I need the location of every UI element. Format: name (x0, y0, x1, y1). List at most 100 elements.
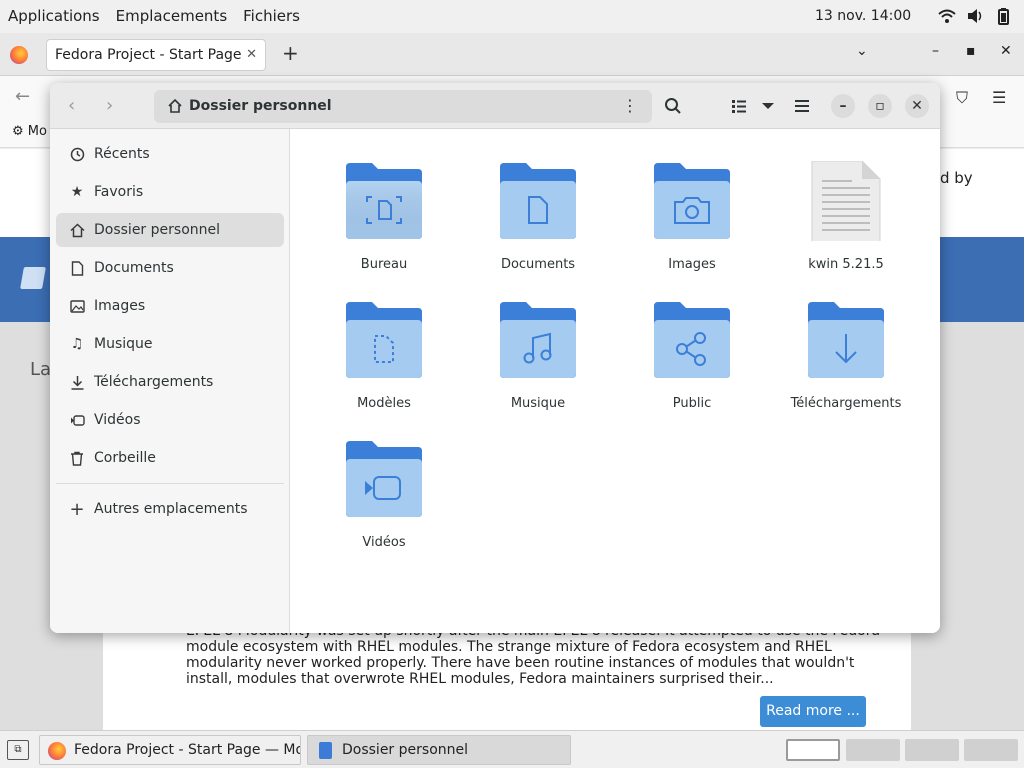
sidebar-item-trash[interactable]: Corbeille (56, 441, 284, 475)
home-icon (69, 222, 85, 238)
more-options-icon[interactable]: ⋮ (622, 97, 638, 115)
taskbar: ⧉ Fedora Project - Start Page — Mozi... … (0, 730, 1024, 768)
page-by-text: d by (940, 169, 973, 187)
sidebar-item-label: Documents (94, 260, 174, 276)
sidebar-item-label: Autres emplacements (94, 501, 248, 517)
sidebar-item-label: Musique (94, 336, 153, 352)
file-item-downloads[interactable]: Téléchargements (769, 268, 919, 411)
hamburger-menu-icon (795, 100, 809, 112)
workspace-1[interactable] (786, 739, 840, 761)
sidebar-item-starred[interactable]: ★ Favoris (56, 175, 284, 209)
book-icon (20, 267, 46, 289)
file-item-templates[interactable]: Modèles (307, 268, 457, 411)
file-item-public[interactable]: Public (615, 268, 765, 411)
music-icon: ♫ (70, 336, 84, 352)
minimize-icon[interactable]: – (932, 43, 939, 59)
task-label: Dossier personnel (342, 742, 469, 758)
browser-tab[interactable]: Fedora Project - Start Page ✕ (46, 39, 266, 71)
file-item-kwin[interactable]: kwin 5.21.5 (769, 129, 919, 272)
close-icon[interactable]: ✕ (1000, 43, 1012, 59)
desktop-folder-icon (346, 163, 422, 239)
new-tab-button[interactable]: + (282, 41, 299, 65)
sidebar-item-documents[interactable]: Documents (56, 251, 284, 285)
list-view-button[interactable] (731, 93, 747, 119)
browser-tab-title: Fedora Project - Start Page (55, 47, 242, 63)
file-item-desktop[interactable]: Bureau (307, 129, 457, 272)
downloads-folder-icon (808, 302, 884, 378)
chevron-down-icon[interactable]: ⌄ (856, 43, 868, 59)
view-options-button[interactable] (761, 93, 775, 119)
hamburger-menu-icon[interactable]: ☰ (992, 88, 1006, 107)
main-menu-button[interactable] (794, 93, 810, 119)
star-icon: ★ (70, 184, 84, 200)
places-menu[interactable]: Emplacements (108, 0, 236, 33)
workspace-4[interactable] (964, 739, 1018, 761)
show-desktop-button[interactable]: ⧉ (7, 740, 29, 760)
top-panel: Applications Emplacements Fichiers 13 no… (0, 0, 1024, 33)
document-icon (69, 260, 85, 276)
file-item-label: Vidéos (362, 535, 406, 550)
file-grid: Bureau Documents Images kwin 5.21.5 Modè… (291, 129, 940, 633)
search-icon (665, 98, 681, 114)
text-file-icon (811, 161, 881, 241)
search-button[interactable] (664, 93, 682, 119)
sidebar-item-label: Favoris (94, 184, 144, 200)
file-item-videos[interactable]: Vidéos (307, 407, 457, 550)
clock[interactable]: 13 nov. 14:00 (815, 0, 911, 33)
task-firefox[interactable]: Fedora Project - Start Page — Mozi... (39, 735, 301, 765)
sidebar-item-downloads[interactable]: Téléchargements (56, 365, 284, 399)
files-menu[interactable]: Fichiers (235, 0, 308, 33)
templates-folder-icon (346, 302, 422, 378)
music-folder-icon (500, 302, 576, 378)
video-icon (69, 412, 85, 428)
browser-tabbar: Fedora Project - Start Page ✕ + ⌄ – ▪ ✕ (0, 33, 1024, 76)
trash-icon (69, 450, 85, 466)
file-item-pictures[interactable]: Images (615, 129, 765, 272)
image-icon (69, 298, 85, 314)
battery-icon[interactable] (994, 7, 1012, 25)
sidebar-item-label: Récents (94, 146, 150, 162)
workspace-3[interactable] (905, 739, 959, 761)
maximize-icon[interactable]: ▪ (966, 43, 976, 59)
sidebar-item-home[interactable]: Dossier personnel (56, 213, 284, 247)
file-item-documents[interactable]: Documents (461, 129, 611, 272)
sidebar-item-label: Corbeille (94, 450, 156, 466)
headerbar: ‹ › Dossier personnel ⋮ – ▫ ✕ (50, 83, 940, 129)
back-arrow-icon[interactable]: ← (15, 86, 30, 107)
page-heading: La (30, 359, 52, 380)
volume-icon[interactable] (966, 7, 984, 25)
sidebar-item-label: Vidéos (94, 412, 141, 428)
sidebar: Récents ★ Favoris Dossier personnel Docu… (50, 129, 290, 633)
read-more-button[interactable]: Read more ... (760, 696, 866, 727)
path-label: Dossier personnel (189, 98, 332, 114)
back-icon[interactable]: ‹ (68, 95, 75, 116)
maximize-button[interactable]: ▫ (868, 94, 892, 118)
task-files[interactable]: Dossier personnel (307, 735, 571, 765)
home-icon (168, 99, 182, 113)
close-icon[interactable]: ✕ (246, 40, 257, 70)
pocket-icon[interactable]: ⛉ (956, 88, 968, 108)
bookmark-item[interactable]: ⚙ Mo (12, 124, 47, 139)
minimize-button[interactable]: – (831, 94, 855, 118)
public-folder-icon (654, 302, 730, 378)
forward-icon[interactable]: › (106, 95, 113, 116)
download-icon (69, 374, 85, 390)
sidebar-item-images[interactable]: Images (56, 289, 284, 323)
path-bar[interactable]: Dossier personnel ⋮ (154, 90, 652, 123)
clock-icon (69, 146, 85, 162)
file-item-music[interactable]: Musique (461, 268, 611, 411)
sidebar-item-videos[interactable]: Vidéos (56, 403, 284, 437)
videos-folder-icon (346, 441, 422, 517)
documents-folder-icon (500, 163, 576, 239)
files-window: ‹ › Dossier personnel ⋮ – ▫ ✕ Récents ★ (50, 83, 940, 633)
bookmark-label: Mo (27, 124, 47, 139)
workspace-2[interactable] (846, 739, 900, 761)
applications-menu[interactable]: Applications (0, 0, 108, 33)
list-view-icon (732, 100, 746, 113)
close-button[interactable]: ✕ (905, 94, 929, 118)
sidebar-item-label: Téléchargements (94, 374, 214, 390)
sidebar-item-recents[interactable]: Récents (56, 137, 284, 171)
sidebar-item-music[interactable]: ♫ Musique (56, 327, 284, 361)
wifi-icon[interactable] (938, 7, 956, 25)
sidebar-item-other-locations[interactable]: + Autres emplacements (56, 492, 284, 526)
